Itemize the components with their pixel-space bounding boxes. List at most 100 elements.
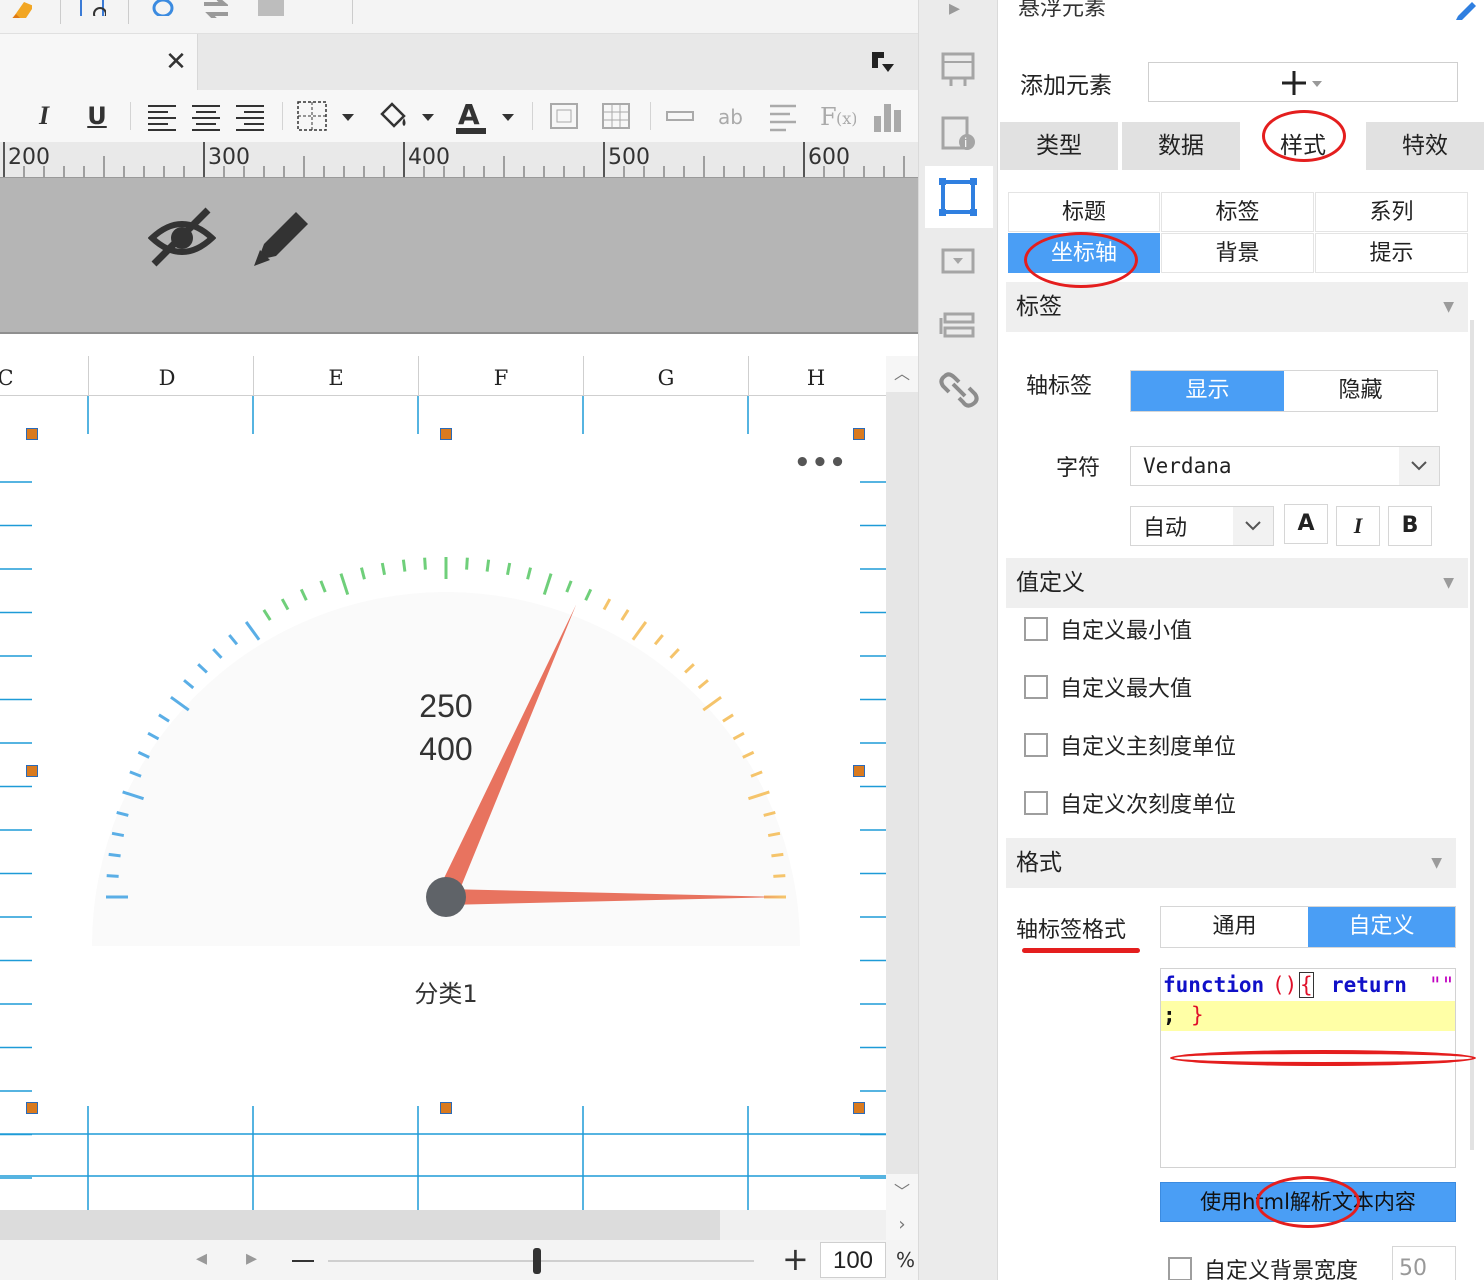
paint-brush-icon[interactable] bbox=[4, 0, 32, 18]
align-right-icon[interactable] bbox=[234, 98, 266, 134]
chevron-down-icon[interactable]: ﹀ bbox=[886, 1174, 918, 1210]
bug-icon[interactable] bbox=[148, 0, 176, 16]
widget-settings-icon[interactable] bbox=[937, 240, 981, 284]
gauge-tick bbox=[170, 695, 190, 712]
parse-html-button[interactable]: 使用html解析文本内容 bbox=[1160, 1182, 1456, 1222]
subtab-background[interactable]: 背景 bbox=[1161, 233, 1314, 273]
zoom-slider-track[interactable] bbox=[328, 1260, 754, 1262]
paragraph-icon[interactable] bbox=[768, 98, 800, 134]
gauge-chart-element[interactable]: ••• 250 400 分类1 bbox=[32, 434, 860, 1106]
fill-color-icon[interactable] bbox=[376, 98, 438, 134]
swap-icon[interactable] bbox=[200, 0, 228, 18]
checkbox[interactable] bbox=[1024, 791, 1048, 815]
subtab-label[interactable]: 标签 bbox=[1161, 192, 1314, 232]
cell-info-icon[interactable]: i bbox=[937, 112, 981, 156]
resize-handle[interactable] bbox=[26, 1102, 38, 1114]
panel-scrollbar[interactable] bbox=[1470, 320, 1474, 1150]
app-root: { "ruler": { "ticks": ["200", "300", "40… bbox=[0, 0, 1484, 1280]
section-header-label[interactable]: 标签 ▼ bbox=[1006, 282, 1468, 332]
font-size-button[interactable]: A bbox=[1284, 504, 1328, 544]
resize-handle[interactable] bbox=[853, 1102, 865, 1114]
close-icon[interactable]: ✕ bbox=[162, 48, 190, 76]
custom-min-checkbox[interactable]: 自定义最小值 bbox=[1024, 614, 1192, 644]
align-center-icon[interactable] bbox=[190, 98, 222, 134]
collapse-panel-icon[interactable] bbox=[868, 48, 898, 76]
hyperlink-icon[interactable] bbox=[937, 368, 981, 412]
preview-icon[interactable] bbox=[78, 0, 106, 16]
zoom-out-icon[interactable] bbox=[292, 1260, 314, 1262]
cell-attribute-icon[interactable] bbox=[937, 48, 981, 92]
panel-title: 悬浮元素 bbox=[1018, 0, 1107, 21]
code-brace: { bbox=[1299, 972, 1314, 998]
border-icon[interactable] bbox=[296, 98, 358, 134]
resize-handle[interactable] bbox=[853, 428, 865, 440]
eye-off-icon[interactable] bbox=[148, 204, 216, 268]
section-header-value-def[interactable]: 值定义 ▼ bbox=[1006, 558, 1468, 608]
widget-icon[interactable] bbox=[256, 0, 284, 16]
align-left-icon[interactable] bbox=[146, 98, 178, 134]
hide-option[interactable]: 隐藏 bbox=[1284, 371, 1437, 411]
resize-handle[interactable] bbox=[26, 765, 38, 777]
insert-table-icon[interactable] bbox=[600, 98, 632, 134]
italic-icon[interactable]: I bbox=[30, 98, 58, 134]
checkbox[interactable] bbox=[1168, 1257, 1192, 1280]
text-field-icon[interactable] bbox=[664, 98, 696, 134]
checkbox[interactable] bbox=[1024, 733, 1048, 757]
tab-style[interactable]: 样式 bbox=[1244, 122, 1362, 170]
subtab-axis[interactable]: 坐标轴 bbox=[1008, 233, 1160, 273]
edit-pencil-icon[interactable] bbox=[250, 204, 316, 268]
tab-effect[interactable]: 特效 bbox=[1366, 122, 1484, 170]
italic-button[interactable]: I bbox=[1336, 506, 1380, 546]
zoom-input[interactable]: 100 bbox=[820, 1242, 886, 1278]
chevron-right-icon[interactable]: › bbox=[886, 1210, 918, 1240]
custom-max-checkbox[interactable]: 自定义最大值 bbox=[1024, 672, 1192, 702]
scrollbar-thumb[interactable] bbox=[0, 1210, 720, 1240]
section-title: 值定义 bbox=[1016, 570, 1085, 596]
merge-cell-icon[interactable] bbox=[548, 98, 580, 134]
horizontal-scrollbar[interactable]: › bbox=[0, 1210, 918, 1240]
font-size-select[interactable]: 自动 bbox=[1130, 506, 1274, 546]
resize-handle[interactable] bbox=[440, 428, 452, 440]
checkbox[interactable] bbox=[1024, 617, 1048, 641]
font-color-icon[interactable]: A bbox=[454, 98, 518, 134]
resize-handle[interactable] bbox=[26, 428, 38, 440]
font-label: 字符 bbox=[1056, 456, 1101, 481]
bar-chart-icon[interactable] bbox=[872, 98, 904, 134]
vertical-scrollbar[interactable]: ︿ ﹀ bbox=[886, 356, 918, 1210]
subtab-title[interactable]: 标题 bbox=[1008, 192, 1160, 232]
custom-option[interactable]: 自定义 bbox=[1308, 907, 1455, 947]
underline-icon[interactable]: U bbox=[82, 98, 112, 134]
bg-width-input[interactable]: 50 bbox=[1392, 1246, 1456, 1280]
add-element-button[interactable] bbox=[1148, 62, 1458, 102]
active-sheet-tab[interactable]: ✕ bbox=[0, 34, 198, 90]
gauge-tick bbox=[773, 874, 786, 878]
report-block-icon[interactable] bbox=[937, 304, 981, 348]
format-code-editor[interactable]: function () { return "" ; } bbox=[1160, 968, 1456, 1168]
float-element-icon[interactable] bbox=[937, 176, 981, 220]
custom-major-unit-checkbox[interactable]: 自定义主刻度单位 bbox=[1024, 730, 1236, 760]
formula-icon[interactable]: F (x) bbox=[818, 98, 856, 134]
chevron-up-icon[interactable]: ︿ bbox=[886, 356, 918, 392]
resize-handle[interactable] bbox=[853, 765, 865, 777]
checkbox[interactable] bbox=[1024, 675, 1048, 699]
font-family-select[interactable]: Verdana bbox=[1130, 446, 1440, 486]
bold-button[interactable]: B bbox=[1388, 506, 1432, 546]
custom-minor-unit-checkbox[interactable]: 自定义次刻度单位 bbox=[1024, 788, 1236, 818]
zoom-slider-thumb[interactable] bbox=[533, 1248, 541, 1274]
subtab-tooltip[interactable]: 提示 bbox=[1315, 233, 1468, 273]
text-format-icon[interactable]: ab bbox=[714, 98, 750, 134]
subtab-series[interactable]: 系列 bbox=[1315, 192, 1468, 232]
expand-arrow-icon[interactable]: ▸ bbox=[949, 0, 960, 21]
page-next-icon[interactable]: ▸ bbox=[246, 1246, 257, 1271]
edit-icon[interactable] bbox=[1454, 0, 1478, 20]
show-option[interactable]: 显示 bbox=[1131, 371, 1284, 411]
property-panel: 悬浮元素 添加元素 类型 数据 样式 特效 标题 标签 系列 坐标轴 背景 提示… bbox=[998, 0, 1484, 1280]
zoom-in-icon[interactable]: + bbox=[782, 1240, 809, 1278]
section-header-format[interactable]: 格式 ▼ bbox=[1006, 838, 1456, 888]
tab-data[interactable]: 数据 bbox=[1122, 122, 1240, 170]
resize-handle[interactable] bbox=[440, 1102, 452, 1114]
tab-type[interactable]: 类型 bbox=[1000, 122, 1118, 170]
page-prev-icon[interactable]: ◂ bbox=[196, 1246, 207, 1271]
custom-bg-width-checkbox[interactable]: 自定义背景宽度 bbox=[1168, 1254, 1358, 1280]
general-option[interactable]: 通用 bbox=[1161, 907, 1308, 947]
